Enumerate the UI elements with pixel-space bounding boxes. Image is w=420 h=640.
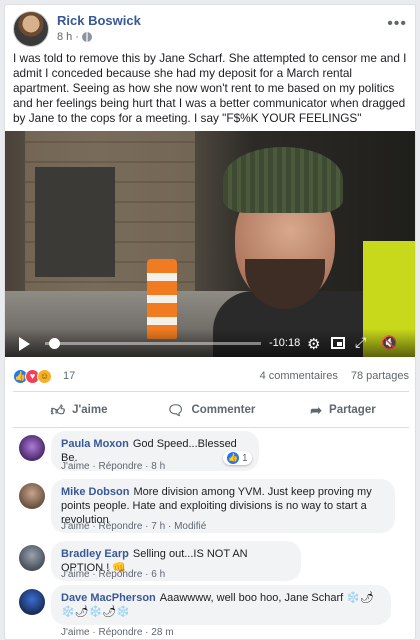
share-count[interactable]: 78 partages — [351, 370, 409, 382]
post-stats: 👍 ♥ ☺ 17 4 commentaires 78 partages — [13, 367, 409, 387]
comment-like-link[interactable]: J'aime — [61, 521, 90, 532]
divider — [13, 427, 409, 428]
commenter-name[interactable]: Bradley Earp — [61, 548, 129, 560]
fullscreen-icon[interactable]: ⤢ — [355, 334, 366, 351]
commenter-name[interactable]: Mike Dobson — [61, 486, 129, 498]
comment-meta: J'aime · Répondre · 28 m — [61, 627, 174, 638]
share-label: Partager — [329, 404, 376, 416]
comment-reaction-count: 1 — [242, 452, 248, 464]
post-meta: 8 h · — [57, 31, 92, 43]
comment-meta: J'aime · Répondre · 7 h · Modifié — [61, 521, 207, 532]
comment-like-link[interactable]: J'aime — [61, 461, 90, 472]
comment-like-link[interactable]: J'aime — [61, 627, 90, 638]
video-controls: -10:18 ⚙ ⤢ 🔇 — [5, 329, 415, 357]
comment-time[interactable]: 8 h — [151, 461, 165, 472]
mute-icon[interactable]: 🔇 — [381, 335, 397, 351]
video-traffic-cone — [147, 259, 177, 339]
author-avatar[interactable] — [13, 11, 49, 47]
like-reaction-icon: 👍 — [227, 452, 239, 464]
meta-separator: · — [75, 31, 79, 43]
comment-item: Dave MacPherson Aaawwww, well boo hoo, Ja… — [13, 585, 413, 639]
comment-time[interactable]: 6 h — [151, 569, 165, 580]
post-header: Rick Boswick 8 h · ••• — [13, 11, 409, 47]
comment-meta: J'aime · Répondre · 6 h — [61, 569, 166, 580]
comment-label: Commenter — [191, 404, 256, 416]
reaction-count[interactable]: 17 — [63, 370, 75, 382]
post-card: Rick Boswick 8 h · ••• I was told to rem… — [4, 4, 416, 640]
comment-time[interactable]: 7 h — [151, 521, 165, 532]
share-icon: ➦ — [310, 401, 323, 418]
commenter-name[interactable]: Dave MacPherson — [61, 592, 156, 604]
comment-item: Mike Dobson More division among YVM. Just… — [13, 479, 413, 539]
comment-reply-link[interactable]: Répondre — [98, 461, 142, 472]
comment-button[interactable]: 🗨︎ Commenter — [145, 397, 277, 423]
divider — [13, 391, 409, 392]
play-icon[interactable] — [19, 337, 30, 351]
commenter-name[interactable]: Paula Moxon — [61, 438, 129, 450]
like-icon: 👍︎ — [50, 401, 66, 418]
comment-reply-link[interactable]: Répondre — [98, 521, 142, 532]
video-person — [213, 141, 415, 357]
comment-meta: J'aime · Répondre · 8 h — [61, 461, 166, 472]
like-button[interactable]: 👍︎ J'aime — [13, 397, 145, 423]
commenter-avatar[interactable] — [19, 589, 45, 615]
author-name[interactable]: Rick Boswick — [57, 13, 141, 28]
comment-item: Bradley Earp Selling out...IS NOT AN OPTI… — [13, 541, 413, 585]
pip-icon[interactable] — [331, 337, 345, 349]
comment-icon: 🗨︎ — [166, 401, 185, 418]
comment-time[interactable]: 28 m — [151, 627, 173, 638]
stats-right: 4 commentaires 78 partages — [250, 370, 409, 382]
like-label: J'aime — [72, 404, 108, 416]
more-icon[interactable]: ••• — [387, 15, 407, 33]
share-button[interactable]: ➦ Partager — [277, 397, 409, 423]
progress-knob[interactable] — [49, 338, 61, 349]
video-doorway — [35, 167, 115, 277]
globe-icon — [81, 32, 92, 42]
comment-bubble: Dave MacPherson Aaawwww, well boo hoo, Ja… — [51, 585, 391, 625]
commenter-avatar[interactable] — [19, 545, 45, 571]
video-player[interactable]: -10:18 ⚙ ⤢ 🔇 — [5, 131, 415, 357]
comment-item: Paula Moxon God Speed...Blessed Be. 👍 1 J… — [13, 431, 413, 475]
comment-edited[interactable]: Modifié — [174, 521, 206, 532]
commenter-avatar[interactable] — [19, 435, 45, 461]
haha-reaction-icon: ☺ — [37, 369, 52, 384]
gear-icon[interactable]: ⚙ — [307, 335, 320, 353]
comment-reply-link[interactable]: Répondre — [98, 569, 142, 580]
post-time[interactable]: 8 h — [57, 31, 72, 43]
progress-bar[interactable] — [45, 342, 261, 345]
action-bar: 👍︎ J'aime 🗨︎ Commenter ➦ Partager — [13, 397, 409, 423]
comment-reply-link[interactable]: Répondre — [98, 627, 142, 638]
comment-count[interactable]: 4 commentaires — [260, 370, 338, 382]
commenter-avatar[interactable] — [19, 483, 45, 509]
post-text: I was told to remove this by Jane Scharf… — [13, 51, 407, 125]
comment-reaction-badge[interactable]: 👍 1 — [223, 451, 252, 465]
video-beanie — [223, 147, 343, 213]
time-remaining: -10:18 — [269, 337, 301, 349]
reaction-icons[interactable]: 👍 ♥ ☺ — [13, 369, 52, 384]
comment-like-link[interactable]: J'aime — [61, 569, 90, 580]
